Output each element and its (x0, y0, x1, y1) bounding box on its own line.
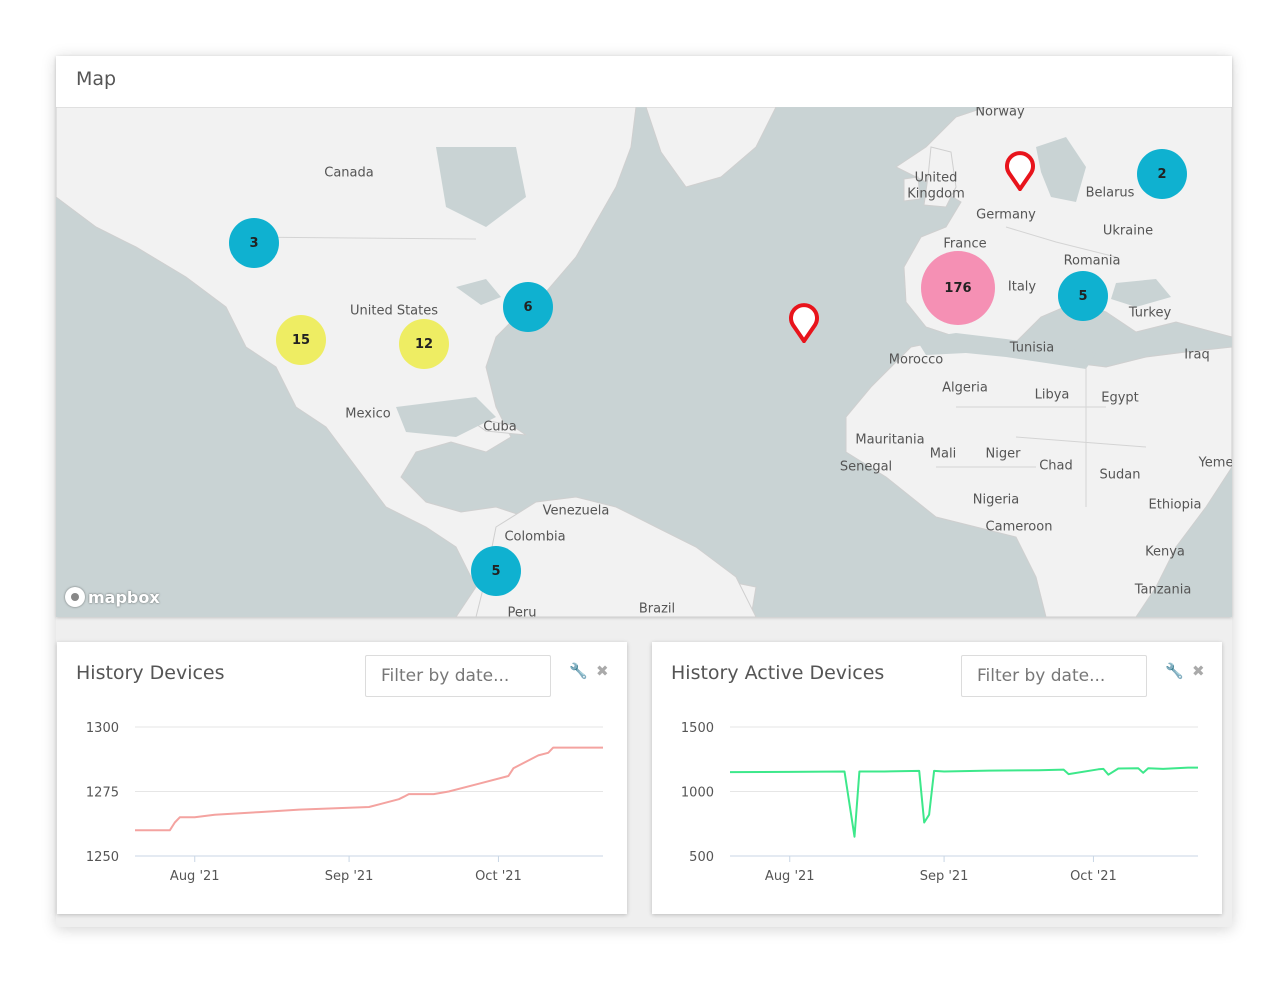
map-label-ethiopia: Ethiopia (1148, 497, 1202, 513)
dashboard: Map Canada United States Mexico Cuba Ven… (56, 56, 1232, 927)
mapbox-logo-icon (65, 587, 85, 607)
y-tick-label: 500 (689, 850, 714, 865)
map-label-venezuela: Venezuela (542, 503, 610, 519)
map-label-belarus: Belarus (1085, 185, 1135, 201)
x-tick-label: Sep '21 (920, 869, 969, 884)
map-label-niger: Niger (985, 446, 1021, 462)
y-tick-label: 1275 (86, 786, 119, 801)
location-pin-icon[interactable] (788, 303, 820, 347)
map-label-libya: Libya (1034, 387, 1070, 403)
map-label-france: France (943, 236, 987, 252)
x-tick-label: Aug '21 (170, 869, 220, 884)
history-devices-panel: History Devices 🔧 ✖ 130012751250Aug '21S… (57, 642, 627, 914)
cluster-count: 176 (944, 280, 972, 296)
map-label-tunisia: Tunisia (1009, 340, 1055, 356)
series-line (135, 746, 603, 832)
history-devices-chart: 1300 1275 1250 Aug '21 Sep '21 Oct '21 (86, 721, 603, 884)
map-label-united: United (914, 170, 958, 186)
map-label-mauritania: Mauritania (855, 432, 925, 448)
map-label-brazil: Brazil (638, 601, 676, 617)
map-label-norway: Norway (975, 107, 1025, 120)
x-tick-label: Aug '21 (765, 869, 815, 884)
series-line (729, 766, 1198, 838)
map-label-canada: Canada (324, 165, 374, 181)
history-active-devices-chart: 1500 1000 500 Aug '21 Sep '21 Oct '21 (681, 721, 1198, 884)
map-label-senegal: Senegal (839, 459, 893, 475)
map-label-mali: Mali (929, 446, 957, 462)
map-label-mexico: Mexico (345, 406, 391, 422)
map-label-chad: Chad (1039, 458, 1073, 474)
world-map[interactable]: Canada United States Mexico Cuba Venezue… (56, 107, 1232, 617)
cluster-marker[interactable]: 12 (399, 319, 449, 369)
map-label-kenya: Kenya (1145, 544, 1185, 560)
location-pin-icon[interactable] (1004, 151, 1036, 195)
map-panel: Map Canada United States Mexico Cuba Ven… (56, 56, 1232, 617)
y-tick-label: 1300 (86, 721, 119, 736)
cluster-count: 3 (249, 235, 259, 251)
map-label-algeria: Algeria (942, 380, 988, 396)
map-label-tanzania: Tanzania (1134, 582, 1192, 598)
map-label-kingdom: Kingdom (907, 186, 965, 202)
map-label-iraq: Iraq (1184, 347, 1210, 363)
cluster-marker[interactable]: 176 (921, 251, 995, 325)
map-label-united-states: United States (349, 303, 439, 319)
map-label-morocco: Morocco (888, 352, 944, 368)
y-tick-label: 1250 (86, 850, 119, 865)
map-label-peru: Peru (507, 605, 537, 618)
map-label-germany: Germany (976, 207, 1036, 223)
cluster-marker[interactable]: 3 (229, 218, 279, 268)
cluster-count: 15 (291, 332, 311, 348)
cluster-count: 12 (414, 336, 434, 352)
x-tick-label: Sep '21 (325, 869, 374, 884)
cluster-marker[interactable]: 15 (276, 315, 326, 365)
y-tick-label: 1000 (681, 786, 714, 801)
mapbox-text: mapbox (88, 587, 160, 607)
map-label-egypt: Egypt (1101, 390, 1139, 406)
map-panel-title: Map (76, 68, 117, 90)
mapbox-attribution[interactable]: mapbox (65, 587, 160, 607)
cluster-marker[interactable]: 2 (1137, 149, 1187, 199)
map-label-cuba: Cuba (483, 419, 517, 435)
x-tick-label: Oct '21 (475, 869, 522, 884)
land-shapes (56, 107, 1232, 617)
y-tick-label: 1500 (681, 721, 714, 736)
map-label-colombia: Colombia (504, 529, 566, 545)
cluster-count: 2 (1157, 166, 1167, 182)
map-label-turkey: Turkey (1128, 305, 1172, 321)
map-label-sudan: Sudan (1099, 467, 1141, 483)
map-label-ukraine: Ukraine (1102, 223, 1154, 239)
map-label-italy: Italy (1007, 279, 1037, 295)
map-label-cameroon: Cameroon (985, 519, 1053, 535)
cluster-marker[interactable]: 6 (503, 282, 553, 332)
map-label-romania: Romania (1063, 253, 1121, 269)
cluster-count: 5 (491, 563, 501, 579)
cluster-count: 6 (523, 299, 533, 315)
cluster-marker[interactable]: 5 (1058, 271, 1108, 321)
history-active-devices-panel: History Active Devices 🔧 ✖ 15001000500Au… (652, 642, 1222, 914)
map-label-yemen: Yeme (1198, 455, 1232, 471)
map-label-nigeria: Nigeria (972, 492, 1020, 508)
cluster-marker[interactable]: 5 (471, 546, 521, 596)
x-tick-label: Oct '21 (1070, 869, 1117, 884)
cluster-count: 5 (1078, 288, 1088, 304)
